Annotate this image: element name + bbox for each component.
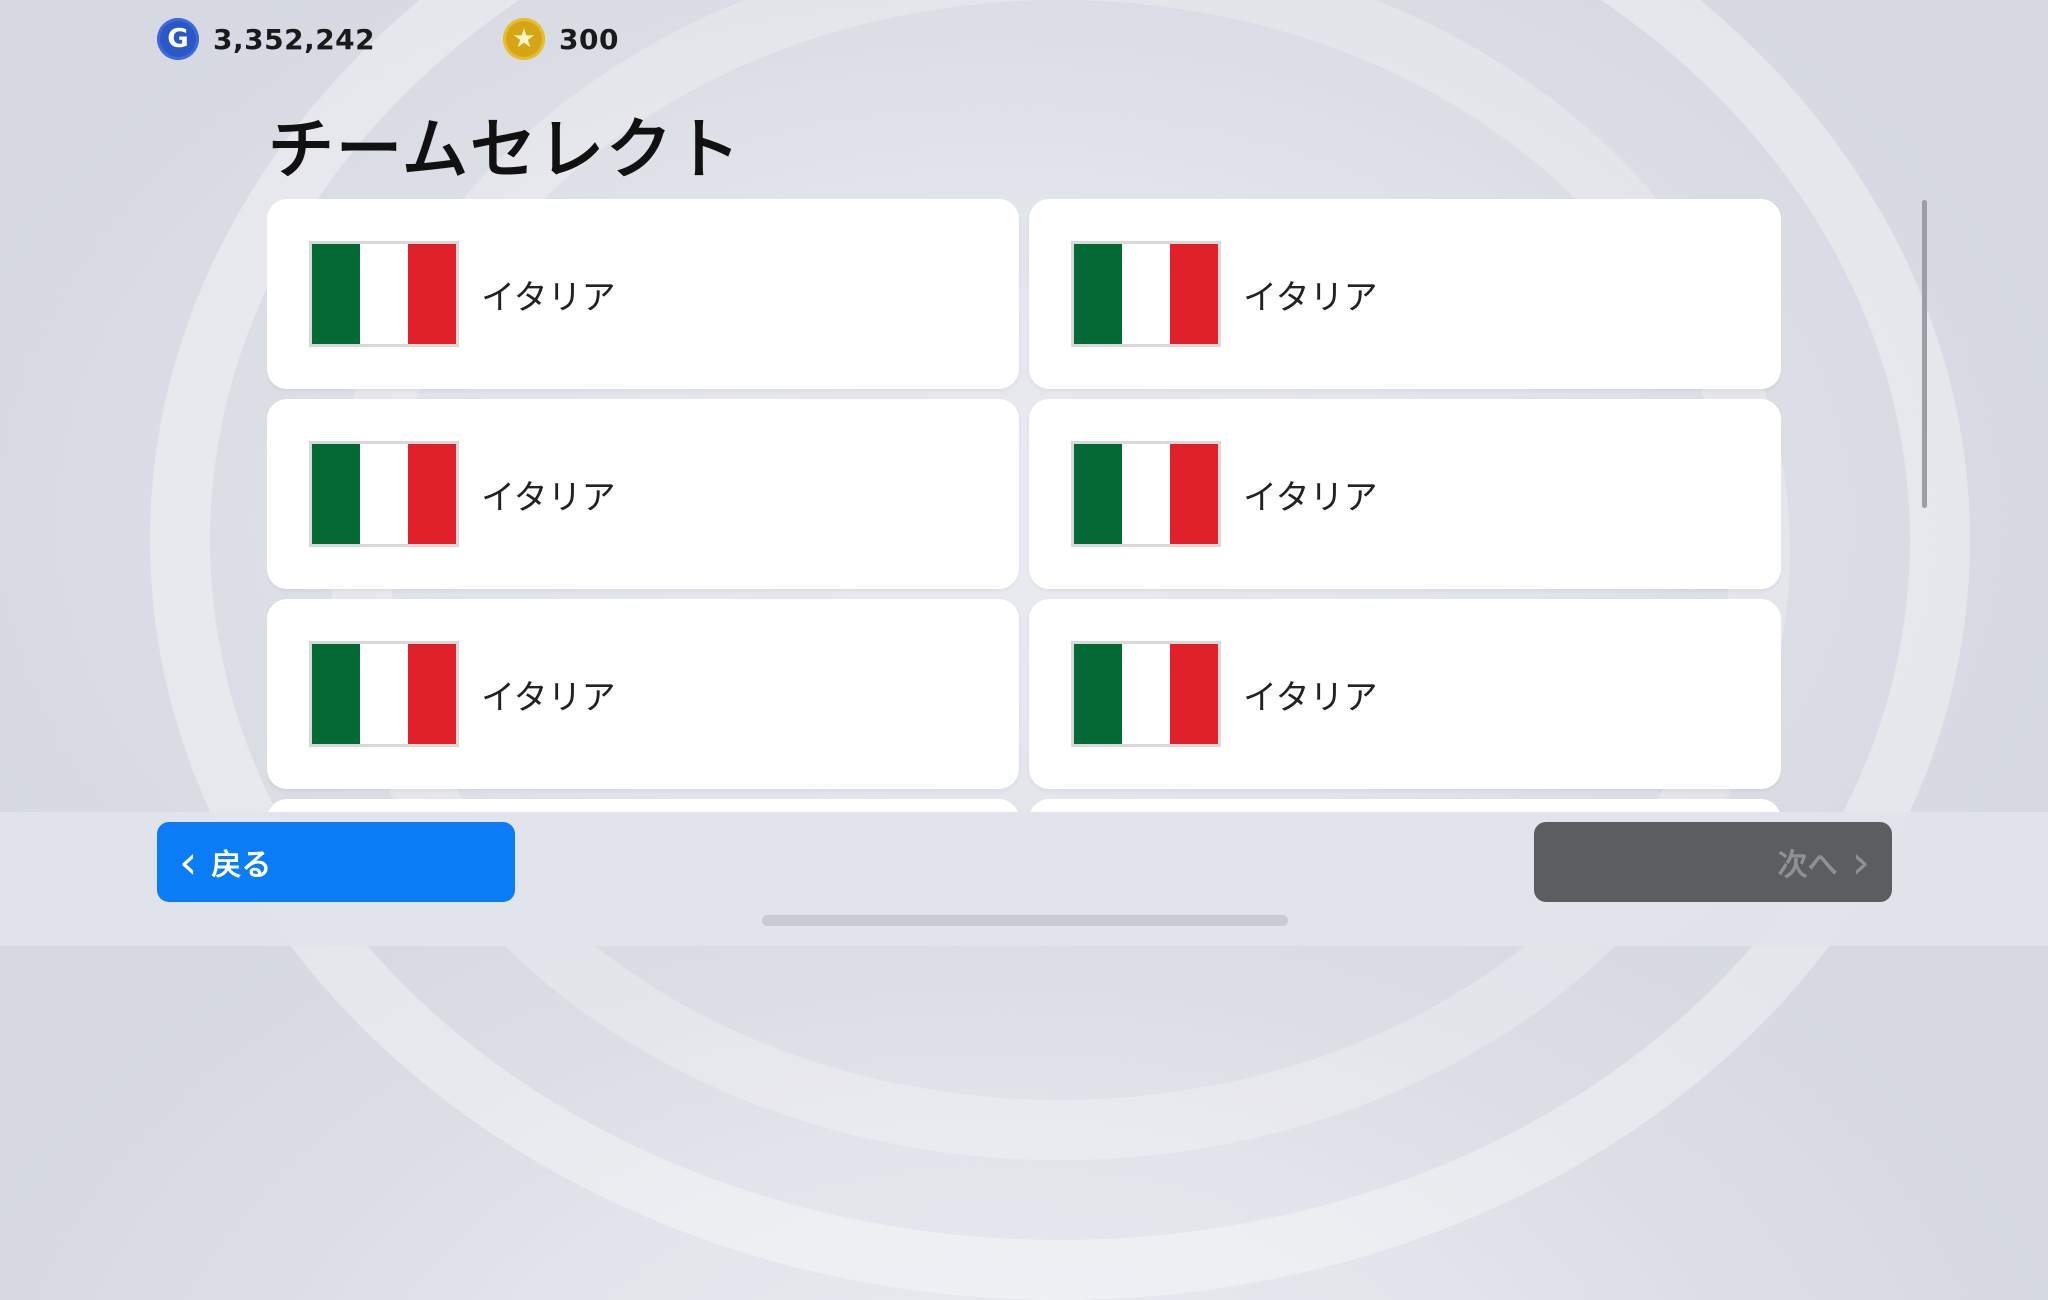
team-name: イタリア xyxy=(481,677,616,718)
italy-flag-icon xyxy=(309,641,459,747)
italy-flag-icon xyxy=(1071,641,1221,747)
team-name: イタリア xyxy=(1243,277,1378,318)
team-name: イタリア xyxy=(1243,677,1378,718)
team-name: イタリア xyxy=(1243,477,1378,518)
team-card[interactable]: イタリア xyxy=(267,599,1019,789)
page-title: チームセレクト xyxy=(268,111,743,188)
coin-amount: 300 xyxy=(559,22,619,56)
team-card[interactable]: イタリア xyxy=(1029,199,1781,389)
team-card-partial[interactable] xyxy=(1029,799,1781,812)
italy-flag-icon xyxy=(1071,441,1221,547)
italy-flag-icon xyxy=(1071,241,1221,347)
gp-coin-icon: G xyxy=(157,18,199,60)
star-coin-icon: ★ xyxy=(503,18,545,60)
team-grid: イタリア イタリア イタリア イタリア イタリア イタリア xyxy=(267,199,1781,812)
chevron-right-icon: › xyxy=(1851,835,1870,889)
gp-amount: 3,352,242 xyxy=(213,22,376,56)
team-card-partial[interactable] xyxy=(267,799,1019,812)
team-name: イタリア xyxy=(481,477,616,518)
next-button-label: 次へ xyxy=(1777,848,1838,883)
italy-flag-icon xyxy=(309,441,459,547)
scrollbar[interactable] xyxy=(1922,200,1927,508)
team-card[interactable]: イタリア xyxy=(1029,399,1781,589)
chevron-left-icon: ‹ xyxy=(179,835,198,889)
team-card[interactable]: イタリア xyxy=(267,199,1019,389)
back-button[interactable]: ‹ 戻る xyxy=(157,822,515,902)
team-card[interactable]: イタリア xyxy=(267,399,1019,589)
back-button-label: 戻る xyxy=(211,848,272,883)
italy-flag-icon xyxy=(309,241,459,347)
gp-balance: G 3,352,242 xyxy=(157,18,375,60)
team-card[interactable]: イタリア xyxy=(1029,599,1781,789)
next-button[interactable]: 次へ › xyxy=(1534,822,1892,902)
coin-balance: ★ 300 xyxy=(503,18,619,60)
home-indicator[interactable] xyxy=(762,915,1288,926)
team-name: イタリア xyxy=(481,277,616,318)
